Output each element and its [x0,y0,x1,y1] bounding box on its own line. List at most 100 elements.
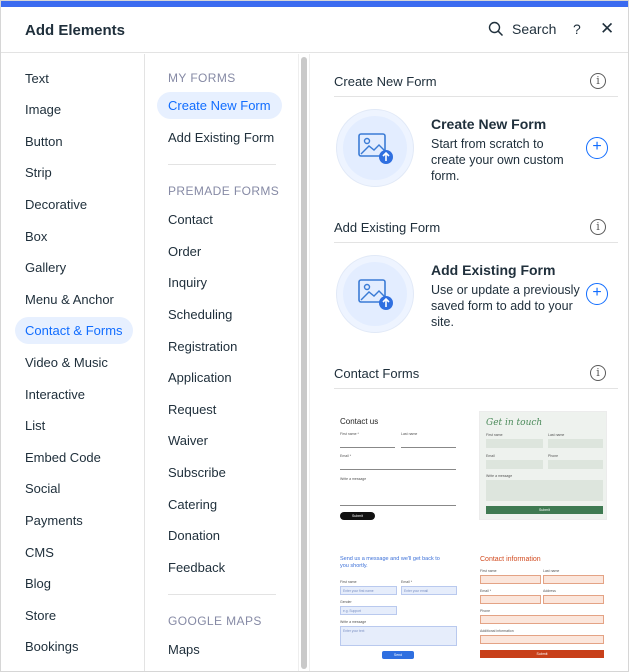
category-list[interactable]: List [25,418,45,433]
category-bookings[interactable]: Bookings [25,639,78,654]
nav-feedback[interactable]: Feedback [168,560,225,575]
section-divider [334,388,618,389]
create-section-header: Create New Form [334,74,437,89]
template-submit: Send [382,651,414,659]
template-label: Email * [480,589,492,593]
category-decorative[interactable]: Decorative [25,197,87,212]
add-create-form-button[interactable]: + [586,137,608,159]
template-label: First name * [340,432,359,436]
template-contact-information[interactable]: Contact information First name Last name… [479,551,607,669]
category-embed-code[interactable]: Embed Code [25,450,101,465]
template-field [548,460,603,469]
template-field: Enter your first name [340,586,397,595]
category-menu-anchor[interactable]: Menu & Anchor [25,292,114,307]
divider [168,594,276,595]
nav-application[interactable]: Application [168,370,232,385]
close-icon[interactable]: ✕ [600,19,614,39]
template-title: Contact us [340,417,379,426]
nav-add-existing-form[interactable]: Add Existing Form [168,130,274,145]
nav-request[interactable]: Request [168,402,216,417]
template-send-message[interactable]: Send us a message and we'll get back to … [334,551,466,669]
template-label: Email * [401,580,413,584]
template-field [401,447,456,448]
existing-form-thumbnail[interactable] [336,255,414,333]
category-button[interactable]: Button [25,134,63,149]
nav-donation[interactable]: Donation [168,528,220,543]
template-title: Get in touch [486,418,543,428]
template-field [340,447,395,448]
template-label: Last name [401,432,418,436]
nav-scheduling[interactable]: Scheduling [168,307,232,322]
template-label: Address [543,589,556,593]
category-blog[interactable]: Blog [25,576,51,591]
template-submit: Submit [480,650,604,658]
template-get-in-touch[interactable]: Get in touch First name Last name Email … [479,411,607,520]
category-image[interactable]: Image [25,102,61,117]
search-icon [488,21,504,37]
category-gallery[interactable]: Gallery [25,260,66,275]
category-interactive[interactable]: Interactive [25,387,85,402]
template-label: Email [486,454,495,458]
template-submit: Submit [340,512,375,520]
template-label: Additional information [480,629,514,633]
template-field [543,575,604,584]
nav-create-new-form[interactable]: Create New Form [157,92,282,119]
template-field [480,615,604,624]
template-field [480,595,541,604]
template-label: Last name [548,433,565,437]
category-payments[interactable]: Payments [25,513,83,528]
info-icon[interactable]: i [590,365,606,381]
template-label: First name [340,580,357,584]
create-form-desc: Start from scratch to create your own cu… [431,137,564,183]
category-social[interactable]: Social [25,481,60,496]
template-submit: Submit [486,506,603,514]
nav-waiver[interactable]: Waiver [168,433,208,448]
panel-title: Add Elements [25,22,126,39]
template-contact-us[interactable]: Contact us First name * Last name Email … [334,411,466,524]
template-title: Contact information [480,556,541,563]
category-box[interactable]: Box [25,229,47,244]
create-form-thumbnail[interactable] [336,109,414,187]
template-field [543,595,604,604]
nav-subscribe[interactable]: Subscribe [168,465,226,480]
my-forms-header: MY FORMS [168,71,236,85]
category-contact-forms[interactable]: Contact & Forms [15,317,133,344]
category-cms[interactable]: CMS [25,545,54,560]
category-text[interactable]: Text [25,71,49,86]
nav-registration[interactable]: Registration [168,339,237,354]
info-icon[interactable]: i [590,73,606,89]
template-field [340,469,456,470]
nav-order[interactable]: Order [168,244,201,259]
help-icon[interactable]: ? [573,21,581,37]
info-icon[interactable]: i [590,219,606,235]
category-list: Text Image Button Strip Decorative Box G… [1,54,145,671]
nav-inquiry[interactable]: Inquiry [168,275,207,290]
template-field [486,439,543,448]
template-label: First name [486,433,503,437]
template-label: Write a message [486,474,513,478]
template-title: Send us a message and we'll get back to … [340,556,440,569]
template-field [480,635,604,644]
google-maps-header: GOOGLE MAPS [168,614,262,628]
template-label: First name [480,569,497,573]
scrollbar-thumb[interactable] [301,57,307,669]
contact-forms-header: Contact Forms [334,366,420,381]
image-upload-icon [358,133,393,164]
category-strip[interactable]: Strip [25,165,52,180]
premade-forms-header: PREMADE FORMS [168,184,280,198]
template-field: Enter your text [340,626,457,646]
nav-catering[interactable]: Catering [168,497,217,512]
section-divider [334,96,618,97]
category-store[interactable]: Store [25,608,56,623]
add-existing-form-button[interactable]: + [586,283,608,305]
search-button[interactable]: Search [488,21,556,37]
template-field [340,505,456,506]
nav-maps[interactable]: Maps [168,642,200,657]
category-video-music[interactable]: Video & Music [25,355,108,370]
template-field [486,460,543,469]
forms-content: Create New Form i Create New Form Start … [311,54,628,671]
template-label: Gender [340,600,352,604]
template-field [548,439,603,448]
nav-contact[interactable]: Contact [168,212,213,227]
search-label: Search [512,21,557,37]
